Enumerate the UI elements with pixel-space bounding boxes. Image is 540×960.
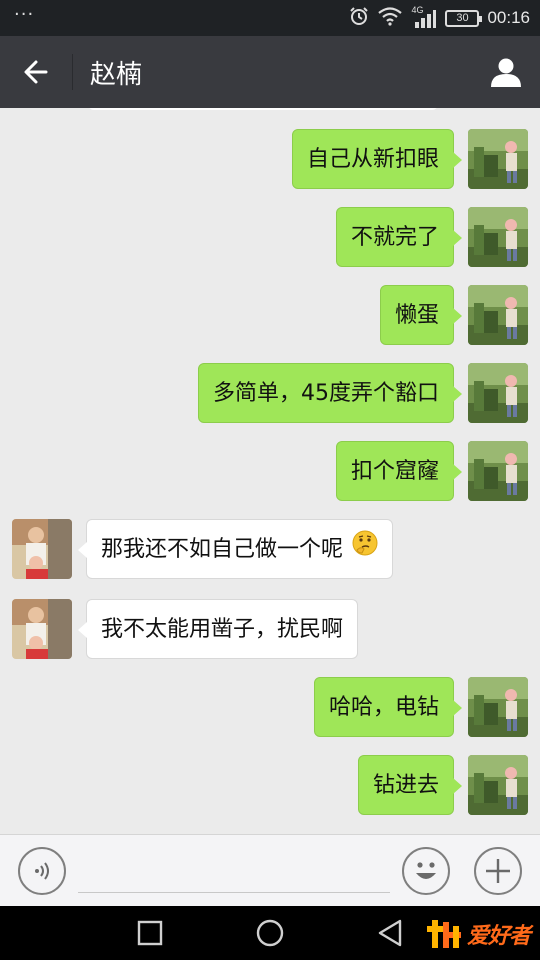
message-bubble[interactable]: 不就完了 [335,207,463,267]
recent-apps-icon [137,920,163,946]
alarm-icon [349,6,369,30]
avatar-self[interactable] [468,755,528,815]
message-row-outgoing: 钻进去 [0,755,540,817]
avatar-self[interactable] [468,441,528,501]
back-button[interactable] [14,50,58,94]
message-bubble[interactable]: 自己从新扣眼 [291,129,463,189]
message-row-outgoing: 自己从新扣眼 [0,129,540,191]
battery-indicator: 30 [445,9,483,27]
recent-apps-button[interactable] [130,914,170,952]
avatar-self[interactable] [468,129,528,189]
message-row-incoming: 我不太能用凿子，扰民啊 [0,599,540,661]
message-row-incoming: 那我还不如自己做一个呢 [0,519,540,581]
message-bubble[interactable]: 哈哈，电钻 [313,677,463,737]
thinking-face-emoji-icon [352,520,378,580]
contact-photo-avatar [12,599,72,659]
message-row-outgoing: 扣个窟窿 [0,441,540,503]
partial-message-bubble [88,108,438,110]
home-button[interactable] [250,914,290,952]
wifi-icon [377,6,403,30]
watermark-text: 爱好者 [466,924,531,949]
back-triangle-icon [378,919,402,947]
child-photo-avatar [468,677,528,737]
emoji-icon [416,862,436,879]
child-photo-avatar [468,441,528,501]
avatar-contact[interactable] [12,599,72,659]
message-bubble[interactable]: 那我还不如自己做一个呢 [77,519,394,580]
system-nav-bar: 爱好者 [0,906,540,960]
message-bubble[interactable]: 扣个窟窿 [335,441,463,501]
chat-header: 赵楠 [0,36,540,108]
avatar-self[interactable] [468,207,528,267]
message-input-bar [0,834,540,906]
message-bubble[interactable]: 多简单，45度弄个豁口 [198,363,462,423]
message-bubble[interactable]: 钻进去 [357,755,463,815]
status-time: 00:16 [487,8,530,27]
status-icons: 4G 30 00:16 [349,5,530,30]
arrow-left-icon [24,60,48,84]
status-bar: ··· 4G 30 00:16 [0,0,540,36]
cell-signal-icon: 4G [411,5,437,29]
avatar-self[interactable] [468,677,528,737]
message-text-input[interactable] [78,853,390,893]
chat-message-list[interactable]: 自己从新扣眼 不就完了 懒蛋 多简单，45度弄个豁口 扣个窟窿 那我还不如自己做… [0,108,540,834]
avatar-self[interactable] [468,363,528,423]
message-text: 那我还不如自己做一个呢 [101,537,344,562]
avatar-contact[interactable] [12,519,72,579]
voice-input-button[interactable] [18,847,66,895]
message-bubble[interactable]: 我不太能用凿子，扰民啊 [77,599,359,659]
emoji-button[interactable] [402,847,450,895]
child-photo-avatar [468,207,528,267]
child-photo-avatar [468,363,528,423]
child-photo-avatar [468,755,528,815]
message-row-outgoing: 不就完了 [0,207,540,269]
notification-dots: ··· [14,4,35,25]
contact-photo-avatar [12,519,72,579]
watermark-logo-icon [426,920,461,948]
message-row-outgoing: 哈哈，电钻 [0,677,540,739]
child-photo-avatar [468,129,528,189]
system-back-button[interactable] [370,914,410,952]
child-photo-avatar [468,285,528,345]
header-divider [72,54,73,90]
avatar-self[interactable] [468,285,528,345]
message-row-outgoing: 多简单，45度弄个豁口 [0,363,540,425]
voice-icon [35,862,49,880]
watermark: 爱好者 [425,918,531,950]
page-title: 赵楠 [90,60,143,90]
plus-icon [486,859,510,883]
home-icon [256,919,284,947]
message-row-outgoing: 懒蛋 [0,285,540,347]
person-icon [491,58,521,87]
message-bubble[interactable]: 懒蛋 [379,285,463,345]
chat-info-button[interactable] [484,50,528,94]
more-actions-button[interactable] [474,847,522,895]
